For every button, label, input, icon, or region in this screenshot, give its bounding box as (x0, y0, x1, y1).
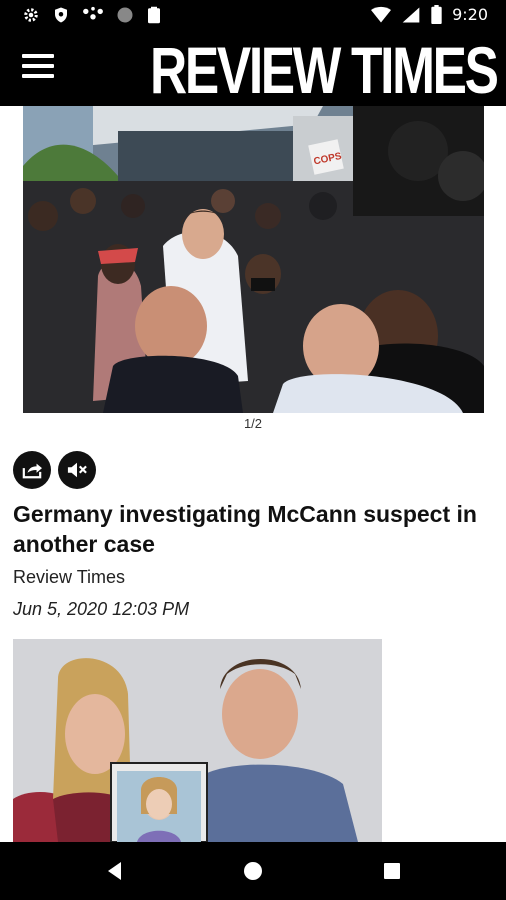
back-icon[interactable] (103, 859, 127, 883)
article-photo-parents[interactable] (13, 639, 382, 842)
status-icons-right: 9:20 (371, 5, 488, 24)
share-icon (22, 463, 42, 479)
parents-photo-illustration (13, 639, 382, 842)
wifi-icon (371, 6, 392, 22)
battery-icon (431, 5, 442, 24)
shield-icon (55, 7, 67, 23)
recents-icon[interactable] (380, 859, 404, 883)
share-button[interactable] (13, 451, 51, 489)
gallery-counter: 1/2 (243, 416, 263, 431)
gear-icon (24, 8, 38, 22)
mute-button[interactable] (58, 451, 96, 489)
system-nav-bar (0, 842, 506, 900)
brand-logo: REVIEW TIMES (150, 33, 499, 107)
home-icon[interactable] (241, 859, 265, 883)
status-bar: 9:20 (0, 0, 506, 32)
article-photo-protest[interactable]: COPS (23, 106, 484, 413)
hamburger-menu-icon[interactable] (22, 54, 54, 82)
protest-photo-illustration: COPS (23, 106, 484, 413)
circle-icon (117, 7, 133, 23)
mute-icon (67, 462, 87, 478)
article-actions (13, 451, 96, 489)
article-source: Review Times (13, 567, 126, 587)
article-date: Jun 5, 2020 12:03 PM (13, 599, 190, 619)
clipboard-icon (148, 6, 160, 24)
app-bar: REVIEW TIMES (0, 32, 506, 106)
status-icons-left (22, 6, 162, 24)
article-headline[interactable]: Germany investigating McCann suspect in … (13, 499, 493, 559)
status-time: 9:20 (452, 5, 488, 24)
fitness-icon (83, 6, 103, 20)
signal-icon (402, 7, 420, 22)
